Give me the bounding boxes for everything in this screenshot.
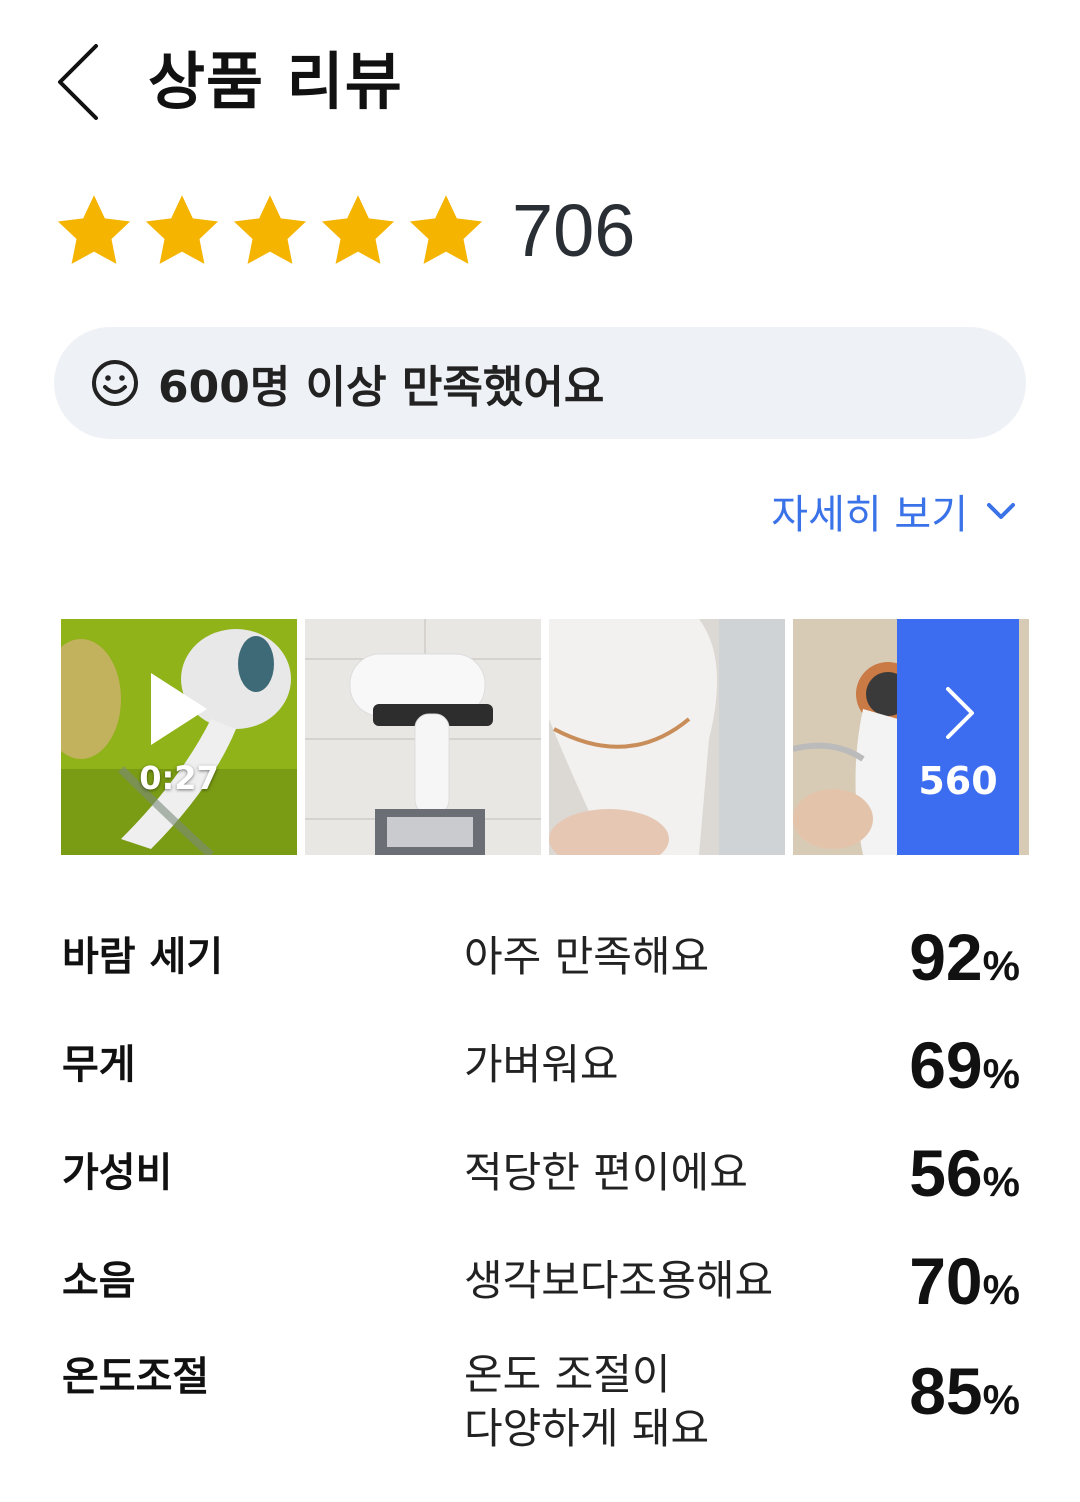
smiley-icon [92, 360, 138, 406]
stat-value: 85 [909, 1354, 983, 1428]
stat-percentage: 70% [909, 1236, 1020, 1345]
review-photo-image [305, 619, 541, 855]
stat-value: 56 [909, 1136, 983, 1210]
stat-label: 온도조절 [62, 1354, 210, 1400]
stat-value: 92 [909, 920, 983, 994]
stat-unit: % [982, 1376, 1020, 1423]
page-title: 상품 리뷰 [148, 45, 403, 118]
review-photo-strip: 0:27 560 [61, 619, 1029, 855]
stat-value: 70 [909, 1244, 983, 1318]
review-photo[interactable] [549, 619, 785, 855]
stat-percentage: 56% [909, 1128, 1020, 1237]
satisfaction-banner: 600명 이상 만족했어요 [54, 327, 1026, 439]
stat-description-line: 다양하게 돼요 [464, 1404, 710, 1453]
stat-unit: % [982, 1266, 1020, 1313]
rating-summary: 706 [52, 186, 635, 276]
stat-label: 무게 [62, 1042, 136, 1088]
star-icon [145, 195, 219, 264]
play-icon [151, 673, 207, 745]
stat-description: 적당한 편이에요 [464, 1148, 748, 1197]
star-rating [52, 189, 488, 273]
review-count: 706 [512, 189, 636, 272]
stat-description: 생각보다조용해요 [464, 1256, 774, 1305]
stat-description: 가벼워요 [464, 1040, 619, 1089]
stat-description: 온도 조절이 다양하게 돼요 [464, 1348, 709, 1456]
star-icon [57, 195, 131, 264]
stat-unit: % [982, 1158, 1020, 1205]
back-arrow-icon[interactable] [50, 40, 120, 124]
stat-row: 바람 세기 아주 만족해요 92% [62, 912, 1020, 1002]
star-icon [233, 195, 307, 264]
star-icon [321, 195, 395, 264]
see-more-link[interactable]: 자세히 보기 [771, 482, 1018, 540]
review-photo-image [549, 619, 785, 855]
stat-label: 바람 세기 [62, 934, 224, 980]
chevron-right-icon [946, 687, 974, 739]
stat-percentage: 85% [909, 1346, 1020, 1455]
stat-row: 무게 가벼워요 69% [62, 1020, 1020, 1110]
stat-label: 가성비 [62, 1150, 173, 1196]
stat-percentage: 92% [909, 912, 1020, 1021]
stat-value: 69 [909, 1028, 983, 1102]
stat-row: 온도조절 온도 조절이 다양하게 돼요 85% [62, 1332, 1020, 1462]
stat-unit: % [982, 1050, 1020, 1097]
video-duration: 0:27 [139, 759, 219, 797]
stat-row: 가성비 적당한 편이에요 56% [62, 1128, 1020, 1218]
review-video-thumbnail[interactable]: 0:27 [61, 619, 297, 855]
stat-label: 소음 [62, 1258, 136, 1304]
see-more-label: 자세히 보기 [771, 492, 968, 538]
stat-row: 소음 생각보다조용해요 70% [62, 1236, 1020, 1326]
star-icon [409, 195, 483, 264]
more-photos-button[interactable]: 560 [897, 619, 1019, 855]
chevron-down-icon [987, 503, 1015, 519]
more-photos-count: 560 [918, 759, 998, 803]
review-photo[interactable] [305, 619, 541, 855]
stat-percentage: 69% [909, 1020, 1020, 1129]
header: 상품 리뷰 [0, 0, 1080, 170]
stat-description-line: 온도 조절이 [464, 1350, 671, 1399]
satisfaction-text: 600명 이상 만족했어요 [158, 362, 605, 413]
stat-unit: % [982, 942, 1020, 989]
stat-description: 아주 만족해요 [464, 932, 710, 981]
